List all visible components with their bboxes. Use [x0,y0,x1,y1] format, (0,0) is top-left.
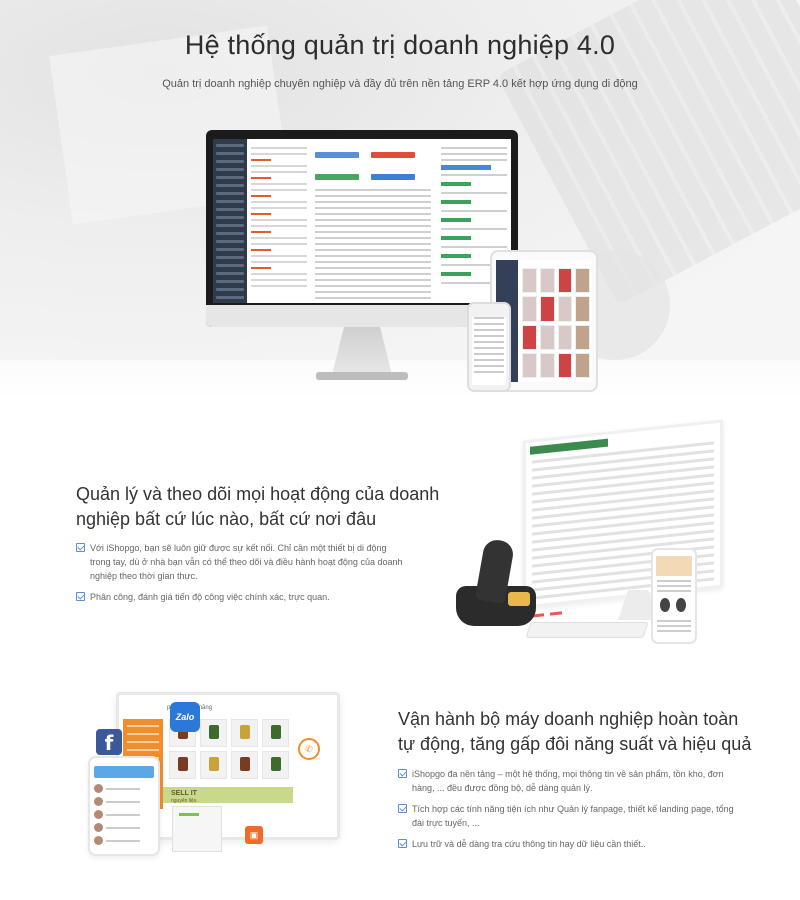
phone-chat-mockup [88,756,160,856]
monitor-base [316,372,408,380]
feature-item: Với iShopgo, bạn sẽ luôn giữ được sự kết… [76,541,406,583]
phone-mockup [467,302,511,392]
phone-app-screenshot [472,317,506,385]
hero-title: Hệ thống quản trị doanh nghiệp 4.0 [184,30,616,60]
automation-feature-list: iShopgo đa nền tảng – một hệ thống, mọi … [398,767,743,858]
erp-sidebar [213,139,247,303]
monitoring-feature-list: Với iShopgo, bạn sẽ luôn giữ được sự kết… [76,541,406,611]
monitoring-section-title: Quản lý và theo dõi mọi hoạt động của do… [76,484,440,529]
promo-banner-title: SELL IT [171,790,197,797]
automation-section-title: Vận hành bộ máy doanh nghiệp hoàn toàn t… [398,709,752,754]
product-box [172,806,222,852]
check-icon [398,769,407,778]
feature-text: Tích hợp các tính năng tiện ích như Quản… [412,804,734,828]
erp-dashboard-screenshot [213,139,511,303]
feature-item: Lưu trữ và dễ dàng tra cứu thông tin hay… [398,837,743,851]
feature-text: Phân công, đánh giá tiến độ công việc ch… [90,592,330,602]
zalo-icon: Zalo [170,702,200,732]
keyboard [525,622,649,638]
feature-item: Tích hợp các tính năng tiện ích như Quản… [398,802,743,830]
check-icon [76,543,85,552]
barcode-scanner-light [508,592,530,606]
check-icon [76,592,85,601]
feature-text: Với iShopgo, bạn sẽ luôn giữ được sự kết… [90,543,403,581]
feature-item: iShopgo đa nền tảng – một hệ thống, mọi … [398,767,743,795]
shopping-bag-icon: ▣ [245,826,263,844]
promo-banner-subtitle: nguyên liệu [171,798,197,804]
check-icon [398,804,407,813]
check-icon [398,839,407,848]
facebook-icon: f [96,729,122,755]
feature-item: Phân công, đánh giá tiến độ công việc ch… [76,590,406,604]
hero-subtitle: Quản trị doanh nghiệp chuyên nghiệp và đ… [162,78,638,90]
erp-task-detail [313,143,433,303]
phone-store-mockup [651,548,697,644]
desktop-monitor-mockup [206,130,518,327]
chat-icon: ✆ [298,738,320,760]
feature-text: iShopgo đa nền tảng – một hệ thống, mọi … [412,769,724,793]
erp-task-list [249,143,309,303]
hero-section: Hệ thống quản trị doanh nghiệp 4.0 Quản … [0,0,800,400]
feature-text: Lưu trữ và dễ dàng tra cứu thông tin hay… [412,839,646,849]
